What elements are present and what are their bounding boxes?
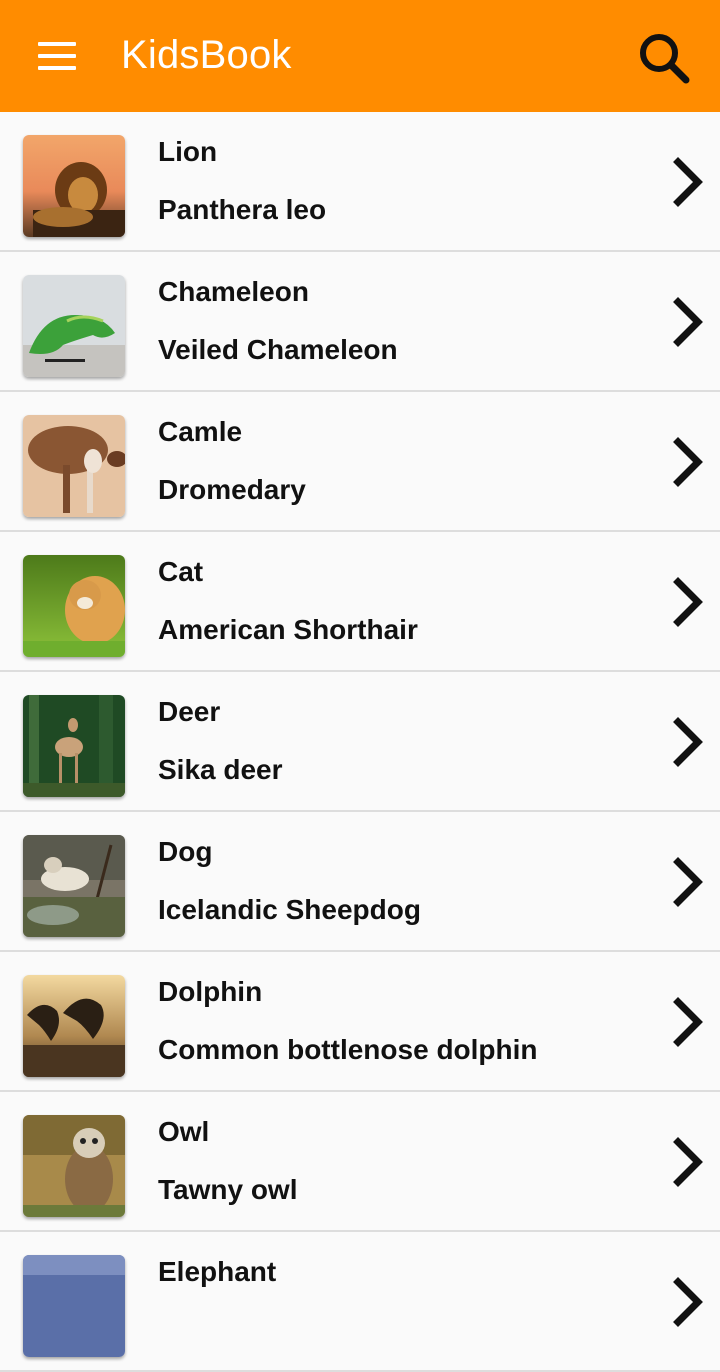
animal-name: Camle — [158, 416, 243, 447]
cat-thumbnail — [23, 555, 125, 657]
animal-list: Lion Panthera leo Chameleon Veiled Chame… — [0, 112, 720, 1372]
list-item[interactable]: Deer Sika deer — [0, 672, 720, 812]
list-item[interactable]: Cat American Shorthair — [0, 532, 720, 672]
list-item[interactable]: Elephant — [0, 1232, 720, 1372]
chevron-right-icon — [673, 577, 703, 627]
dolphin-thumbnail — [23, 975, 125, 1077]
animal-name: Chameleon — [158, 276, 309, 307]
chevron-right-icon — [673, 297, 703, 347]
chevron-right-icon — [673, 157, 703, 207]
chevron-right-icon — [673, 437, 703, 487]
animal-name: Dog — [158, 836, 213, 867]
animal-species: Tawny owl — [158, 1174, 298, 1205]
list-item[interactable]: Dog Icelandic Sheepdog — [0, 812, 720, 952]
animal-name: Elephant — [158, 1256, 277, 1287]
deer-thumbnail — [23, 695, 125, 797]
animal-species: American Shorthair — [158, 614, 418, 645]
list-item[interactable]: Camle Dromedary — [0, 392, 720, 532]
dog-thumbnail — [23, 835, 125, 937]
animal-species: Veiled Chameleon — [158, 334, 398, 365]
animal-species: Common bottlenose dolphin — [158, 1034, 538, 1065]
chevron-right-icon — [673, 857, 703, 907]
animal-species: Sika deer — [158, 754, 283, 785]
animal-name: Deer — [158, 696, 221, 727]
chevron-right-icon — [673, 717, 703, 767]
lion-thumbnail — [23, 135, 125, 237]
list-item[interactable]: Owl Tawny owl — [0, 1092, 720, 1232]
list-item[interactable]: Chameleon Veiled Chameleon — [0, 252, 720, 392]
list-item[interactable]: Lion Panthera leo — [0, 112, 720, 252]
animal-species: Dromedary — [158, 474, 306, 505]
chameleon-thumbnail — [23, 275, 125, 377]
animal-name: Cat — [158, 556, 204, 587]
animal-name: Owl — [158, 1116, 210, 1147]
camel-thumbnail — [23, 415, 125, 517]
search-icon[interactable] — [636, 30, 692, 86]
animal-species: Icelandic Sheepdog — [158, 894, 421, 925]
chevron-right-icon — [673, 1277, 703, 1327]
elephant-thumbnail — [23, 1255, 125, 1357]
app-bar: KidsBook — [0, 0, 720, 112]
animal-name: Dolphin — [158, 976, 263, 1007]
chevron-right-icon — [673, 1137, 703, 1187]
animal-name: Lion — [158, 136, 218, 167]
app-title: KidsBook — [121, 33, 292, 77]
owl-thumbnail — [23, 1115, 125, 1217]
list-item[interactable]: Dolphin Common bottlenose dolphin — [0, 952, 720, 1092]
animal-species: Panthera leo — [158, 194, 327, 225]
chevron-right-icon — [673, 997, 703, 1047]
hamburger-menu-icon[interactable] — [38, 42, 76, 70]
